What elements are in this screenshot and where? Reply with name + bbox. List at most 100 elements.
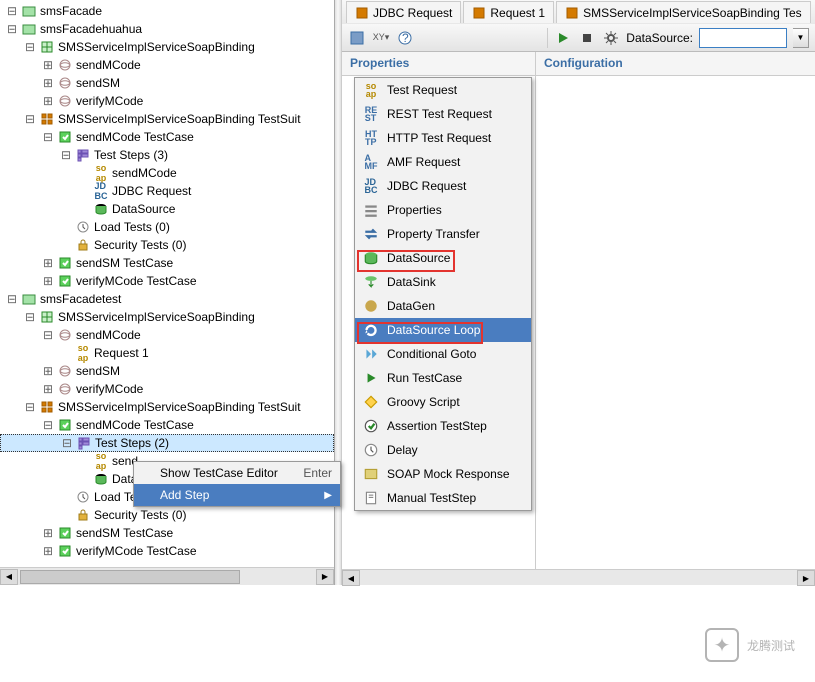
expand-collapse-toggle[interactable]: ⊟: [6, 22, 18, 36]
int-icon: [39, 309, 55, 325]
tree-node[interactable]: ⊞verifyMCode TestCase: [0, 542, 334, 560]
context-menu-item[interactable]: Show TestCase EditorEnter: [134, 462, 340, 484]
step-menu-item[interactable]: JDBCJDBC Request: [355, 174, 531, 198]
tree-node[interactable]: ⊞sendSM TestCase: [0, 254, 334, 272]
step-menu-item[interactable]: Property Transfer: [355, 222, 531, 246]
step-menu-item[interactable]: Conditional Goto: [355, 342, 531, 366]
tree-node[interactable]: ⊞sendSM: [0, 362, 334, 380]
assert-icon: [363, 418, 379, 434]
tree-node[interactable]: ⊟Test Steps (3): [0, 146, 334, 164]
step-menu-item[interactable]: AMFAMF Request: [355, 150, 531, 174]
expand-collapse-toggle[interactable]: ⊟: [61, 436, 73, 450]
step-menu-item[interactable]: Assertion TestStep: [355, 414, 531, 438]
context-menu-item[interactable]: Add Step▶: [134, 484, 340, 506]
expand-collapse-toggle[interactable]: ⊞: [42, 382, 54, 396]
tree-node[interactable]: ⊞sendMCode: [0, 56, 334, 74]
editor-tab[interactable]: JDBC Request: [346, 1, 461, 23]
step-menu-item[interactable]: Run TestCase: [355, 366, 531, 390]
expand-collapse-toggle[interactable]: ⊞: [42, 274, 54, 288]
editor-scrollbar-horizontal[interactable]: ◀ ▶: [342, 569, 815, 585]
expand-collapse-toggle[interactable]: ⊟: [6, 292, 18, 306]
proj-icon: [21, 291, 37, 307]
tree-node[interactable]: ⊞verifyMCode TestCase: [0, 272, 334, 290]
scroll-thumb[interactable]: [20, 570, 240, 584]
tree-node[interactable]: ⊞verifyMCode: [0, 380, 334, 398]
step-menu-item[interactable]: DataSink: [355, 270, 531, 294]
tree-node[interactable]: Load Tests (0): [0, 218, 334, 236]
datasource-dropdown-button[interactable]: ▼: [793, 28, 809, 48]
tree-node[interactable]: ⊟smsFacade: [0, 2, 334, 20]
scroll-left-button[interactable]: ◀: [342, 570, 360, 586]
menu-item-label: Add Step: [160, 488, 209, 502]
scroll-right-button[interactable]: ▶: [316, 569, 334, 585]
expand-collapse-toggle[interactable]: ⊟: [24, 40, 36, 54]
tree-node[interactable]: DataSource: [0, 200, 334, 218]
editor-tab[interactable]: Request 1: [463, 1, 554, 23]
stop-button[interactable]: [578, 29, 596, 47]
scroll-right-button[interactable]: ▶: [797, 570, 815, 586]
tree-node-label: Load Te: [94, 490, 137, 504]
tree-node[interactable]: Security Tests (0): [0, 236, 334, 254]
step-menu-item[interactable]: DataGen: [355, 294, 531, 318]
tree-node[interactable]: ⊟SMSServiceImplServiceSoapBinding TestSu…: [0, 110, 334, 128]
save-icon[interactable]: [348, 29, 366, 47]
transfer-icon: [363, 226, 379, 242]
steps-icon: [76, 435, 92, 451]
expand-collapse-toggle[interactable]: ⊞: [42, 76, 54, 90]
step-menu-item[interactable]: SOAP Mock Response: [355, 462, 531, 486]
tree-node[interactable]: ⊟sendMCode TestCase: [0, 416, 334, 434]
expand-collapse-toggle[interactable]: ⊞: [42, 544, 54, 558]
step-menu-item[interactable]: Groovy Script: [355, 390, 531, 414]
step-menu-label: SOAP Mock Response: [387, 467, 510, 481]
help-icon[interactable]: ?: [396, 29, 414, 47]
expand-collapse-toggle[interactable]: ⊟: [42, 328, 54, 342]
tree-node[interactable]: JDBCJDBC Request: [0, 182, 334, 200]
step-menu-item[interactable]: Properties: [355, 198, 531, 222]
expand-collapse-toggle[interactable]: ⊟: [24, 112, 36, 126]
tree-scrollbar-horizontal[interactable]: ◀ ▶: [0, 567, 334, 585]
expand-collapse-toggle[interactable]: ⊞: [42, 256, 54, 270]
groovy-icon: [363, 394, 379, 410]
expand-collapse-toggle[interactable]: ⊟: [42, 418, 54, 432]
step-menu-item[interactable]: RESTREST Test Request: [355, 102, 531, 126]
step-menu-item[interactable]: DataSource: [355, 246, 531, 270]
tree-node[interactable]: ⊟SMSServiceImplServiceSoapBinding: [0, 308, 334, 326]
tree-node[interactable]: Security Tests (0): [0, 506, 334, 524]
expand-collapse-toggle[interactable]: ⊞: [42, 58, 54, 72]
datasource-select[interactable]: [699, 28, 787, 48]
tree-node[interactable]: soapsendMCode: [0, 164, 334, 182]
mock-icon: [363, 466, 379, 482]
tree-node[interactable]: ⊟sendMCode TestCase: [0, 128, 334, 146]
tree-node[interactable]: ⊟Test Steps (2): [0, 434, 334, 452]
tree-node[interactable]: soapRequest 1: [0, 344, 334, 362]
run-button[interactable]: [554, 29, 572, 47]
tree-node[interactable]: ⊟SMSServiceImplServiceSoapBinding TestSu…: [0, 398, 334, 416]
editor-tab[interactable]: SMSServiceImplServiceSoapBinding Tes: [556, 1, 811, 23]
step-menu-item[interactable]: soapTest Request: [355, 78, 531, 102]
soap-icon: [472, 6, 486, 20]
tree-node[interactable]: ⊟smsFacadehuahua: [0, 20, 334, 38]
step-menu-item[interactable]: DataSource Loop: [355, 318, 531, 342]
expand-collapse-toggle[interactable]: ⊟: [6, 4, 18, 18]
expand-collapse-toggle[interactable]: ⊞: [42, 526, 54, 540]
expand-collapse-toggle[interactable]: ⊞: [42, 364, 54, 378]
tree-node[interactable]: ⊟sendMCode: [0, 326, 334, 344]
tree-node[interactable]: ⊞sendSM: [0, 74, 334, 92]
tree-context-menu: Show TestCase EditorEnterAdd Step▶: [133, 461, 341, 507]
suite-icon: [39, 111, 55, 127]
xml-icon[interactable]: XY▾: [372, 29, 390, 47]
expand-collapse-toggle[interactable]: ⊟: [42, 130, 54, 144]
expand-collapse-toggle[interactable]: ⊟: [24, 400, 36, 414]
step-menu-item[interactable]: Manual TestStep: [355, 486, 531, 510]
step-menu-item[interactable]: HTTPHTTP Test Request: [355, 126, 531, 150]
tree-node[interactable]: ⊞sendSM TestCase: [0, 524, 334, 542]
expand-collapse-toggle[interactable]: ⊞: [42, 94, 54, 108]
tree-node[interactable]: ⊟smsFacadetest: [0, 290, 334, 308]
expand-collapse-toggle[interactable]: ⊟: [24, 310, 36, 324]
expand-collapse-toggle[interactable]: ⊟: [60, 148, 72, 162]
tree-node[interactable]: ⊞verifyMCode: [0, 92, 334, 110]
tree-node[interactable]: ⊟SMSServiceImplServiceSoapBinding: [0, 38, 334, 56]
scroll-left-button[interactable]: ◀: [0, 569, 18, 585]
step-menu-item[interactable]: Delay: [355, 438, 531, 462]
settings-icon[interactable]: [602, 29, 620, 47]
